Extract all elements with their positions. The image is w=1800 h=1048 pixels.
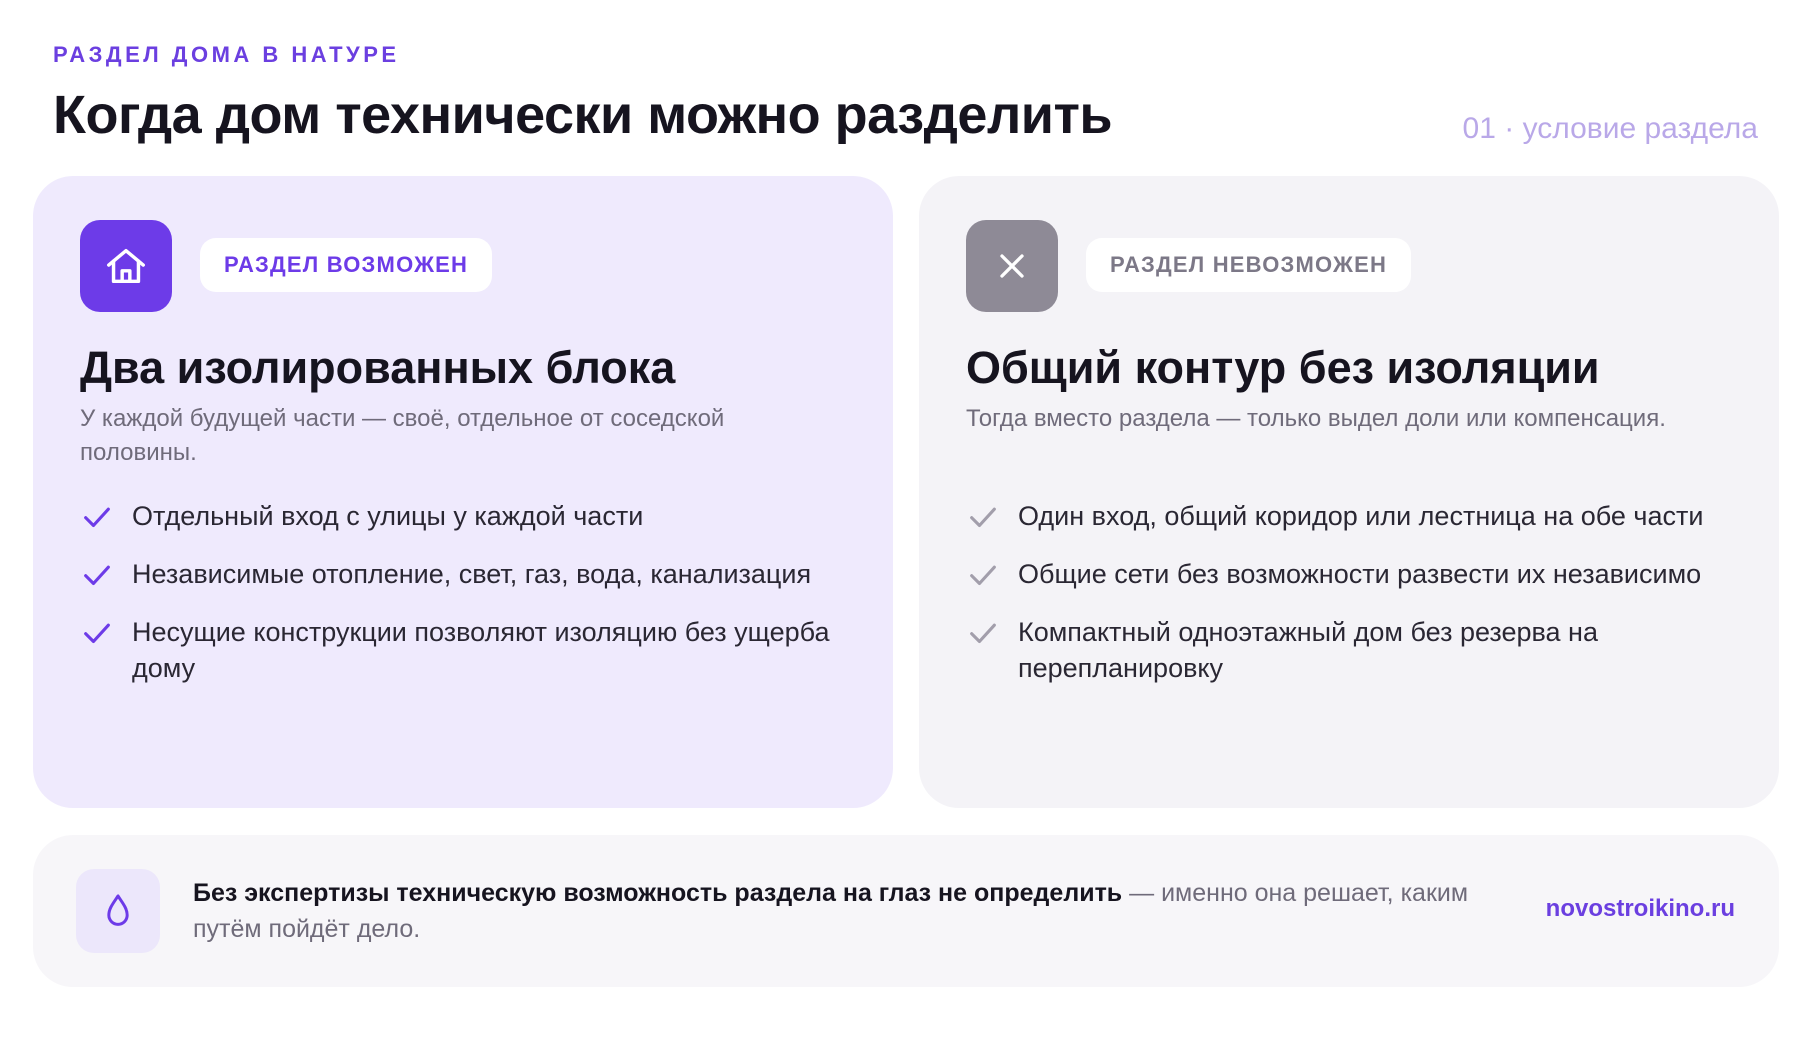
card-subtitle: Тогда вместо раздела — только выдел доли… [966,405,1666,432]
check-icon [84,507,110,528]
slide-counter: 01 · условие раздела [1462,112,1758,145]
status-badge-impossible: РАЗДЕЛ НЕВОЗМОЖЕН [1086,238,1412,292]
check-icon [970,565,996,586]
list-item: Компактный одноэтажный дом без резерва н… [966,614,1726,686]
check-icon [970,507,996,528]
drop-icon [76,869,160,953]
footer-text-bold: Без экспертизы техническую возможность р… [193,879,1123,907]
card-possible: РАЗДЕЛ ВОЗМОЖЕН Два изолированных блока … [33,176,893,808]
close-icon [966,220,1058,312]
card-impossible: РАЗДЕЛ НЕВОЗМОЖЕН Общий контур без изоля… [919,176,1779,808]
list-item: Несущие конструкции позволяют изоляцию б… [80,614,840,686]
list-item: Отдельный вход с улицы у каждой части [80,498,840,534]
list-item-text: Независимые отопление, свет, газ, вода, … [132,559,812,589]
list-item-text: Несущие конструкции позволяют изоляцию б… [132,617,830,683]
house-icon [80,220,172,312]
list-item-text: Общие сети без возможности развести их н… [1018,559,1702,589]
check-icon [970,623,996,644]
condition-list: Отдельный вход с улицы у каждой части Не… [80,498,840,708]
condition-list: Один вход, общий коридор или лестница на… [966,498,1726,708]
status-badge-possible: РАЗДЕЛ ВОЗМОЖЕН [200,238,493,292]
footer-note: Без экспертизы техническую возможность р… [33,835,1779,987]
page-title: Когда дом технически можно разделить [53,85,1113,145]
list-item: Независимые отопление, свет, газ, вода, … [80,556,840,592]
list-item: Один вход, общий коридор или лестница на… [966,498,1726,534]
site-link[interactable]: novostroikino.ru [1546,895,1735,923]
list-item: Общие сети без возможности развести их н… [966,556,1726,592]
card-subtitle: У каждой будущей части — своё, отдельное… [80,405,725,466]
card-title: Общий контур без изоляции [966,342,1600,393]
list-item-text: Один вход, общий коридор или лестница на… [1018,501,1704,531]
list-item-text: Отдельный вход с улицы у каждой части [132,501,644,531]
card-title: Два изолированных блока [80,342,676,393]
section-eyebrow: РАЗДЕЛ ДОМА В НАТУРЕ [53,42,400,67]
check-icon [84,565,110,586]
footer-text: Без экспертизы техническую возможность р… [193,875,1533,947]
check-icon [84,623,110,644]
list-item-text: Компактный одноэтажный дом без резерва н… [1018,617,1598,683]
